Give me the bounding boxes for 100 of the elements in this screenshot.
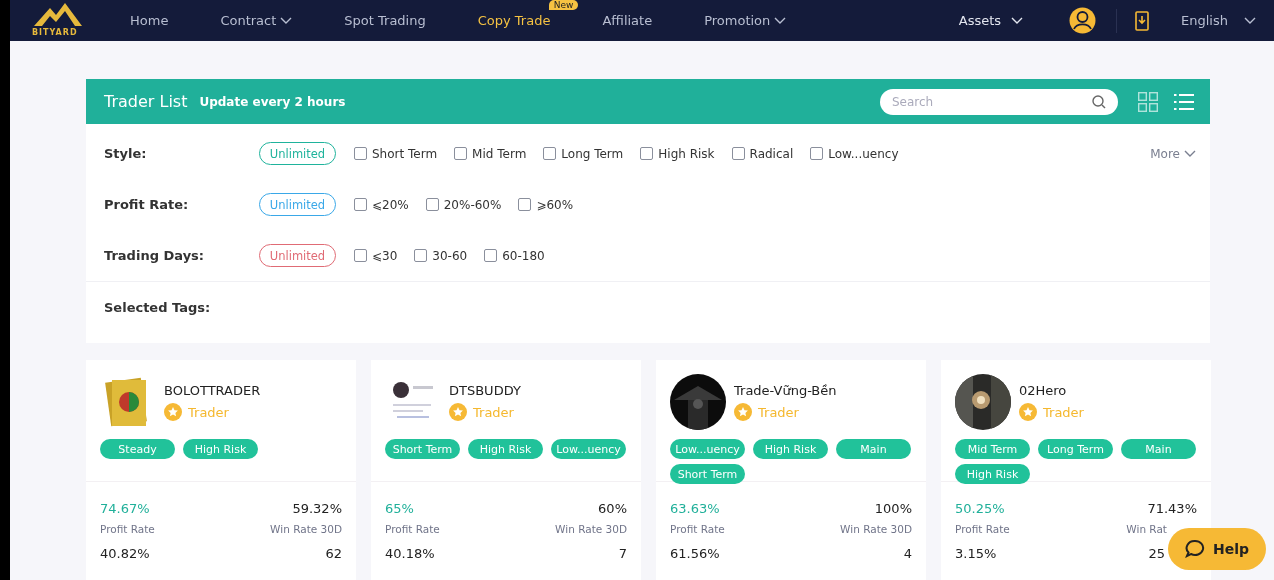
language-menu[interactable]: English (1181, 13, 1256, 28)
style-tag: High Risk (955, 464, 1030, 484)
profit-rate-value: 63.63% (670, 501, 721, 516)
filter-label: Style: (104, 146, 148, 161)
option-label: Short Term (372, 146, 438, 161)
option-label: 30-60 (432, 248, 468, 263)
nav-link[interactable]: Affiliate (602, 13, 653, 28)
option-label: ⩾60% (536, 197, 574, 212)
option-label: Mid Term (472, 146, 527, 161)
checkbox[interactable] (354, 198, 367, 211)
win-rate-label: Win Rate 30D (839, 523, 912, 535)
win-rate-value: 59.32% (291, 501, 342, 516)
nav-link[interactable]: Promotion (704, 13, 787, 28)
panel-title: Trader List (104, 92, 188, 111)
trader-role: Trader (473, 404, 514, 420)
option-label: 60-180 (502, 248, 545, 263)
checkbox[interactable] (640, 147, 654, 160)
star-badge-icon (164, 403, 182, 421)
assets-menu[interactable]: Assets (958, 13, 1024, 28)
checkbox[interactable] (731, 147, 745, 160)
option-label: Long Term (561, 146, 624, 161)
option-label: Low...uency (828, 146, 899, 161)
trader-name: 02Hero (1019, 383, 1068, 398)
star-badge-icon (449, 403, 467, 421)
stat-value: 61.56% (670, 546, 721, 561)
option-label: 20%-60% (443, 197, 502, 212)
trader-role: Trader (188, 404, 229, 420)
filter-label: Profit Rate: (104, 197, 190, 212)
filter-label: Trading Days: (104, 248, 206, 263)
chevron-icon (1184, 149, 1196, 158)
style-tag: Mid Term (955, 439, 1030, 459)
logo-text: BITYARD (32, 28, 79, 37)
new-badge: New (548, 0, 579, 10)
download-icon[interactable] (1135, 10, 1150, 31)
trader-role: Trader (758, 404, 799, 420)
chat-bubble-icon (1184, 539, 1205, 559)
nav-link[interactable]: Spot Trading (344, 13, 426, 28)
option-label: ⩽20% (372, 197, 409, 212)
stat-value: 7 (617, 546, 627, 561)
trader-name: Trade-Vững-Bền (734, 383, 837, 398)
style-tag: High Risk (468, 439, 543, 459)
more-link[interactable]: More (1150, 146, 1196, 161)
stat-value: 4 (902, 546, 912, 561)
selected-tags-label: Selected Tags: (104, 300, 211, 315)
trader-name: DTSBUDDY (449, 383, 521, 398)
logo-mountain-icon[interactable] (32, 1, 84, 28)
user-avatar-icon[interactable] (1069, 7, 1097, 34)
stat-value: 25 (1147, 546, 1165, 561)
style-tag: High Risk (183, 439, 258, 459)
trader-card[interactable]: BOLOTTRADER Trader Steady High Risk 74.67% 59.32% Profit Rate Win Rate 30D 40.82% 62 (86, 360, 356, 580)
update-note: Update every 2 hours (199, 94, 346, 109)
checkbox[interactable] (425, 198, 439, 211)
style-tag: Steady (100, 439, 175, 459)
option-label: Radical (749, 146, 794, 161)
trader-card[interactable]: DTSBUDDY Trader Short Term High Risk Low...uency 65% 60% Profit Rate Win Rate 30D 40.18% 7 (371, 360, 641, 580)
profit-rate-value: 65% (385, 501, 415, 516)
profit-rate-value: 74.67% (100, 501, 151, 516)
profit-rate-label: Profit Rate (670, 523, 726, 535)
checkbox[interactable] (454, 147, 468, 160)
checkbox[interactable] (354, 147, 367, 160)
trader-name: BOLOTTRADER (164, 383, 261, 398)
help-button[interactable]: Help (1168, 528, 1266, 570)
win-rate-value: 60% (597, 501, 627, 516)
search-field[interactable]: Search (880, 88, 1118, 115)
trader-card[interactable]: 02Hero Trader Mid Term Long Term Main High Risk 50.25% 71.43% Profit Rate Win Rat 3.15% 25 (941, 360, 1211, 580)
style-tag: Long Term (1038, 439, 1113, 459)
style-tag: Main (836, 439, 911, 459)
checkbox[interactable] (810, 147, 824, 160)
chevron-icon (1244, 16, 1256, 25)
star-badge-icon (1019, 403, 1037, 421)
chevron-icon (1011, 16, 1024, 25)
style-tag: Low...uency (670, 439, 745, 459)
search-icon[interactable] (1092, 94, 1106, 109)
style-tag: Short Term (670, 464, 745, 484)
profit-rate-label: Profit Rate (100, 523, 156, 535)
stat-value: 40.82% (100, 546, 151, 561)
option-label: High Risk (658, 146, 715, 161)
checkbox[interactable] (543, 147, 557, 160)
win-rate-label: Win Rat (1125, 523, 1167, 535)
checkbox[interactable] (354, 249, 367, 262)
checkbox[interactable] (484, 249, 498, 262)
style-tag: Low...uency (551, 439, 626, 459)
grid-view-icon[interactable] (1138, 91, 1158, 112)
checkbox[interactable] (518, 198, 532, 211)
style-tag: High Risk (753, 439, 828, 459)
list-view-icon[interactable] (1174, 92, 1194, 111)
stat-value: 40.18% (385, 546, 436, 561)
stat-value: 62 (324, 546, 342, 561)
option-label: ⩽30 (372, 248, 398, 263)
stat-value: 3.15% (955, 546, 998, 561)
win-rate-label: Win Rate 30D (554, 523, 627, 535)
win-rate-value: 100% (873, 501, 912, 516)
style-tag: Short Term (385, 439, 460, 459)
win-rate-value: 71.43% (1146, 501, 1197, 516)
style-tag: Main (1121, 439, 1196, 459)
nav-link[interactable]: Contract (220, 13, 293, 28)
checkbox[interactable] (414, 249, 428, 262)
trader-card[interactable]: Trade-Vững-Bền Trader Low...uency High Risk Main Short Term 63.63% 100% Profit Rate Win Rate 30D 61.56% 4 (656, 360, 926, 580)
win-rate-label: Win Rate 30D (269, 523, 342, 535)
nav-link[interactable]: Home (130, 13, 169, 28)
